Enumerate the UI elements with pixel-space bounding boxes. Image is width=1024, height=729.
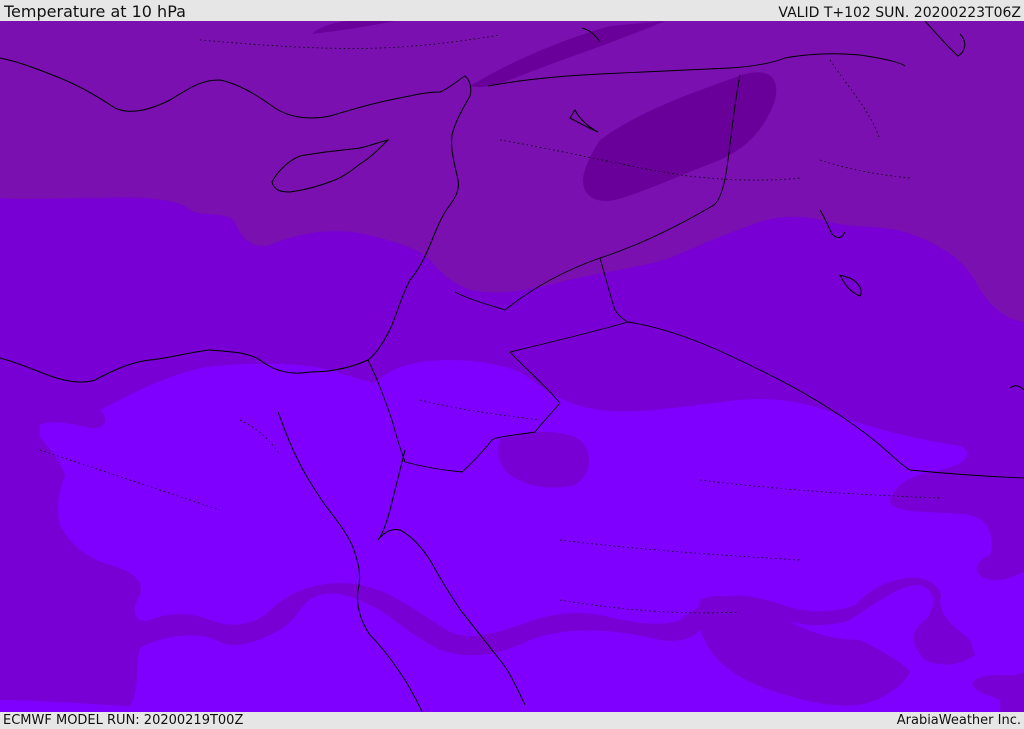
valid-time-label: VALID T+102 SUN. 20200223T06Z xyxy=(778,5,1021,21)
model-run-label: ECMWF MODEL RUN: 20200219T00Z xyxy=(3,713,244,728)
temperature-map[interactable] xyxy=(0,21,1024,712)
credit-label: ArabiaWeather Inc. xyxy=(896,713,1021,728)
map-area[interactable] xyxy=(0,21,1024,712)
footer-bar: ECMWF MODEL RUN: 20200219T00Z ArabiaWeat… xyxy=(0,712,1024,729)
header-bar: Temperature at 10 hPa VALID T+102 SUN. 2… xyxy=(0,0,1024,21)
map-title: Temperature at 10 hPa xyxy=(4,2,186,21)
